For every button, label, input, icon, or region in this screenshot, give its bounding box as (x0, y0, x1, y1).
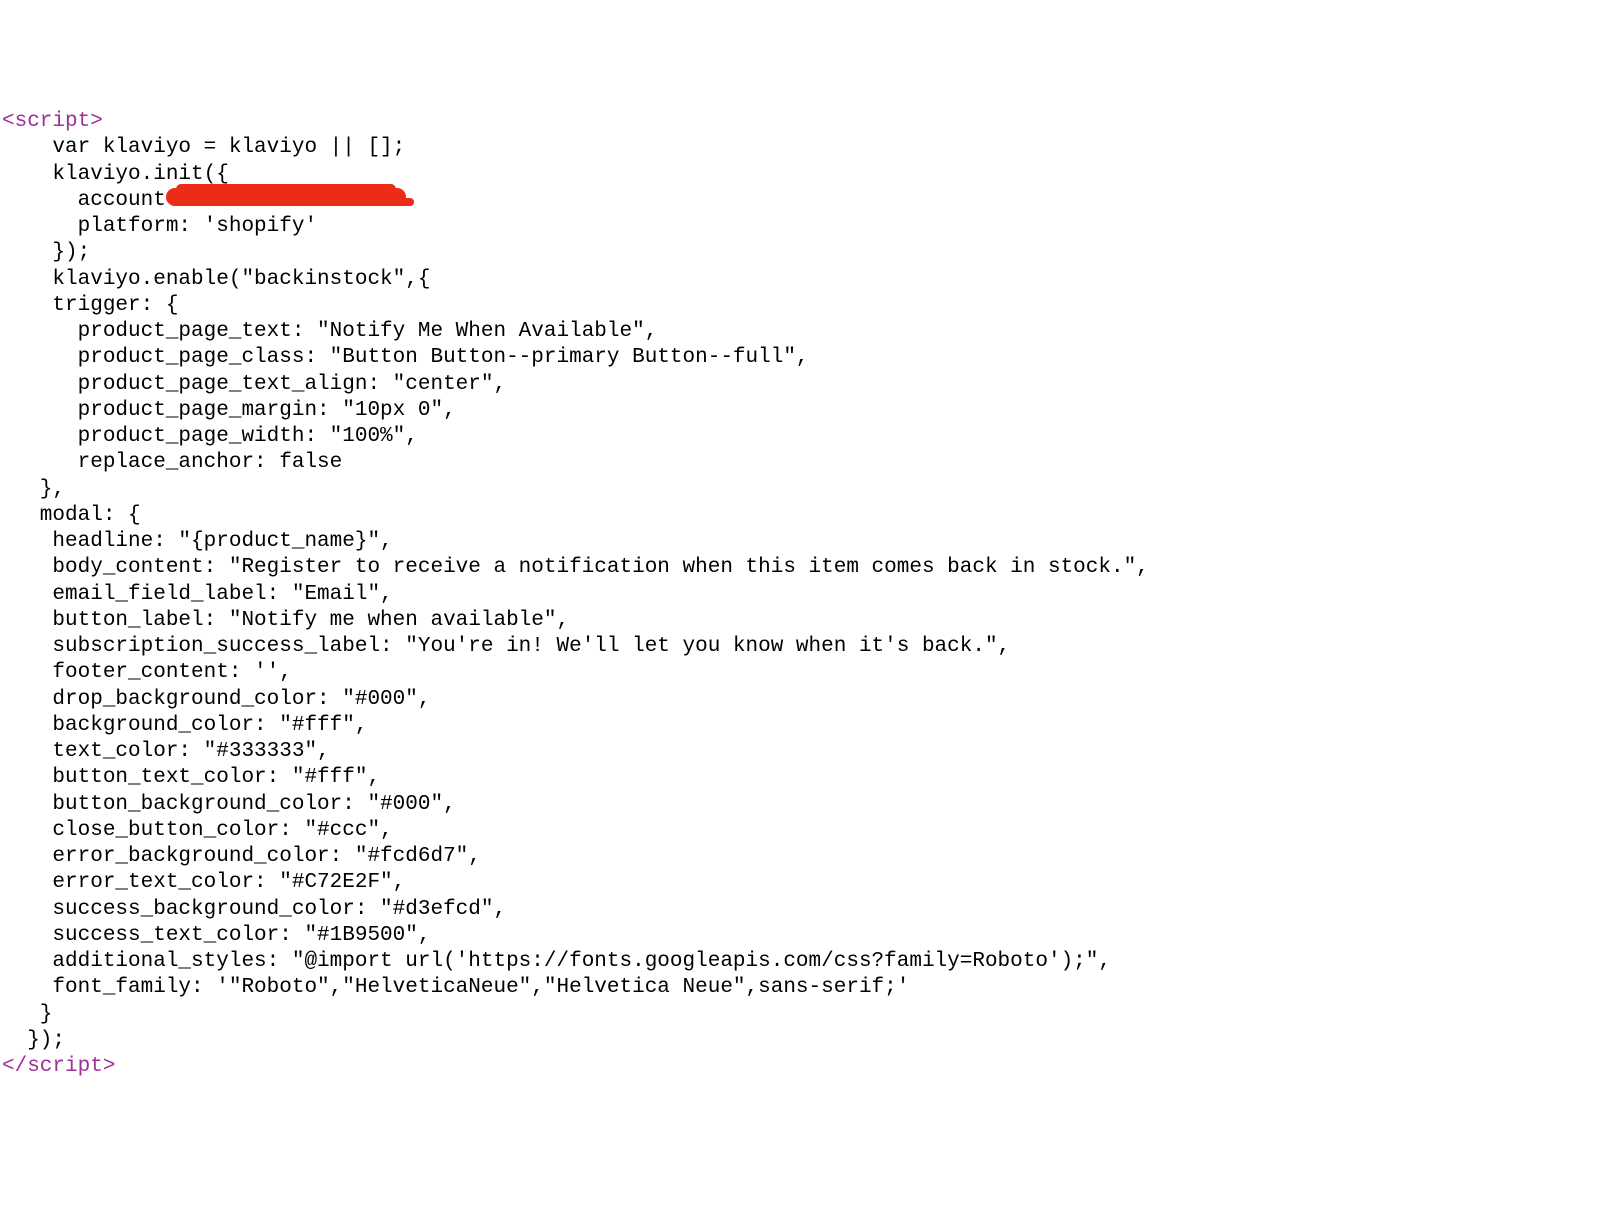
code-line: subscription_success_label: "You're in! … (2, 634, 1598, 660)
code-line: additional_styles: "@import url('https:/… (2, 949, 1598, 975)
code-line: email_field_label: "Email", (2, 582, 1598, 608)
code-line: product_page_margin: "10px 0", (2, 398, 1598, 424)
code-line: replace_anchor: false (2, 450, 1598, 476)
code-line: modal: { (2, 503, 1598, 529)
code-line: error_text_color: "#C72E2F", (2, 870, 1598, 896)
code-text: account (2, 189, 166, 212)
code-line: }); (2, 1028, 1598, 1054)
code-line: footer_content: '', (2, 660, 1598, 686)
script-open-tag: <script> (2, 110, 103, 133)
code-line: trigger: { (2, 293, 1598, 319)
code-line: platform: 'shopify' (2, 214, 1598, 240)
code-line: product_page_width: "100%", (2, 424, 1598, 450)
code-line: close_button_color: "#ccc", (2, 818, 1598, 844)
code-line: var klaviyo = klaviyo || []; (2, 135, 1598, 161)
code-line: button_background_color: "#000", (2, 792, 1598, 818)
code-line: background_color: "#fff", (2, 713, 1598, 739)
code-line: drop_background_color: "#000", (2, 687, 1598, 713)
code-line-redacted: account (2, 188, 1598, 214)
code-line: }, (2, 477, 1598, 503)
code-line: success_text_color: "#1B9500", (2, 923, 1598, 949)
script-close-tag: </script> (2, 1055, 115, 1078)
code-line: headline: "{product_name}", (2, 529, 1598, 555)
code-line: error_background_color: "#fcd6d7", (2, 844, 1598, 870)
code-line: klaviyo.enable("backinstock",{ (2, 267, 1598, 293)
code-line: } (2, 1002, 1598, 1028)
code-line: button_label: "Notify me when available"… (2, 608, 1598, 634)
code-line: }); (2, 240, 1598, 266)
code-line: success_background_color: "#d3efcd", (2, 897, 1598, 923)
redaction-mark (166, 188, 406, 206)
code-line: font_family: '"Roboto","HelveticaNeue","… (2, 975, 1598, 1001)
code-line: body_content: "Register to receive a not… (2, 555, 1598, 581)
code-block: <script> var klaviyo = klaviyo || []; kl… (2, 109, 1598, 1080)
code-line: product_page_text_align: "center", (2, 372, 1598, 398)
code-line: text_color: "#333333", (2, 739, 1598, 765)
code-line: button_text_color: "#fff", (2, 765, 1598, 791)
code-line: product_page_text: "Notify Me When Avail… (2, 319, 1598, 345)
code-line: product_page_class: "Button Button--prim… (2, 345, 1598, 371)
